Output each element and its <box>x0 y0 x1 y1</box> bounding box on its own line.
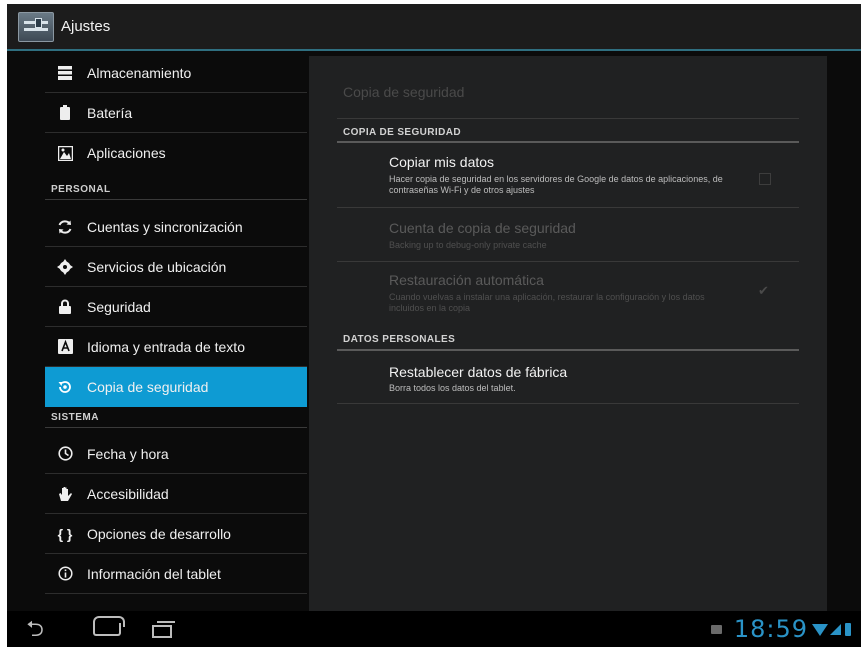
sidebar-item-accesibilidad[interactable]: Accesibilidad <box>45 474 307 514</box>
back-button[interactable]: ⮌ <box>21 617 49 641</box>
sidebar-item-ubicacion[interactable]: Servicios de ubicación <box>45 247 307 287</box>
braces-icon: { } <box>57 525 73 542</box>
app-title: Ajustes <box>61 18 111 35</box>
wifi-icon <box>812 624 828 636</box>
section-divider <box>45 427 307 428</box>
pref-divider <box>337 207 799 208</box>
storage-icon <box>57 65 73 81</box>
sidebar-item-label: Idioma y entrada de texto <box>87 338 245 355</box>
sidebar-item-label: Servicios de ubicación <box>87 258 227 275</box>
pref-summary: Hacer copia de seguridad en los servidor… <box>389 174 723 195</box>
restauracion-check-icon: ✔ <box>758 283 769 298</box>
sidebar-item-almacenamiento[interactable]: Almacenamiento <box>45 53 307 93</box>
location-icon <box>57 258 73 275</box>
pref-title: Restablecer datos de fábrica <box>389 364 568 380</box>
section-divider <box>45 199 307 200</box>
sidebar-item-label: Accesibilidad <box>87 485 169 502</box>
sidebar-item-seguridad[interactable]: Seguridad <box>45 287 307 327</box>
category-divider <box>337 141 799 143</box>
battery-status-icon <box>845 622 851 636</box>
status-area[interactable]: 18:59 <box>710 615 851 643</box>
sidebar-item-label: Cuentas y sincronización <box>87 218 243 235</box>
sidebar-item-label: Copia de seguridad <box>87 379 209 395</box>
pref-divider <box>337 403 799 404</box>
settings-sidebar: Almacenamiento Batería Aplicaciones PERS… <box>43 53 307 613</box>
section-header-personal: PERSONAL <box>51 184 111 195</box>
apps-icon <box>57 145 73 161</box>
sidebar-item-label: Información del tablet <box>87 565 221 582</box>
lock-icon <box>57 299 73 315</box>
sidebar-item-label: Fecha y hora <box>87 445 169 462</box>
language-icon <box>57 339 73 355</box>
category-header-backup: COPIA DE SEGURIDAD <box>343 127 461 138</box>
pref-title: Restauración automática <box>389 272 544 288</box>
page-title: Copia de seguridad <box>343 84 465 100</box>
category-header-personal: DATOS PERSONALES <box>343 334 456 345</box>
pref-title: Copiar mis datos <box>389 154 495 170</box>
section-header-sistema: SISTEMA <box>51 412 99 423</box>
back-icon: ⮌ <box>26 616 44 641</box>
category-divider <box>337 349 799 351</box>
copiar-datos-checkbox[interactable] <box>759 173 771 185</box>
sidebar-item-cuentas[interactable]: Cuentas y sincronización <box>45 207 307 247</box>
info-icon <box>57 566 73 582</box>
system-navigation-bar: ⮌ 18:59 <box>7 611 861 647</box>
pref-title: Cuenta de copia de seguridad <box>389 220 576 236</box>
sidebar-item-label: Seguridad <box>87 298 151 315</box>
sidebar-item-label: Almacenamiento <box>87 64 192 81</box>
battery-icon <box>57 105 73 121</box>
backup-icon <box>57 379 73 395</box>
sidebar-item-label: Aplicaciones <box>87 145 166 161</box>
signal-icon <box>830 623 841 635</box>
sidebar-item-idioma[interactable]: Idioma y entrada de texto <box>45 327 307 367</box>
recent-apps-button[interactable] <box>147 617 177 641</box>
pref-summary: Cuando vuelvas a instalar una aplicación… <box>389 292 705 313</box>
settings-icon[interactable] <box>18 11 54 42</box>
pref-summary: Backing up to debug-only private cache <box>389 240 547 250</box>
sidebar-item-label: Batería <box>87 104 133 121</box>
clock: 18:59 <box>733 615 808 643</box>
pref-divider <box>337 261 799 262</box>
hand-icon <box>57 486 73 502</box>
sidebar-item-desarrollo[interactable]: { } Opciones de desarrollo <box>45 514 307 554</box>
title-divider <box>337 118 799 119</box>
home-icon <box>93 615 125 636</box>
sidebar-item-fecha-hora[interactable]: Fecha y hora <box>45 434 307 474</box>
pref-summary: Borra todos los datos del tablet. <box>389 383 516 393</box>
tablet-screen: Ajustes Almacenamiento Batería Aplicacio… <box>7 4 861 647</box>
screenshot-icon <box>710 624 722 634</box>
backup-settings-panel: Copia de seguridad COPIA DE SEGURIDAD Co… <box>309 56 827 612</box>
sidebar-item-bateria[interactable]: Batería <box>45 93 307 133</box>
recent-apps-icon <box>152 620 175 638</box>
clock-icon <box>57 446 73 462</box>
sidebar-item-copia-seguridad[interactable]: Copia de seguridad <box>45 367 307 407</box>
action-bar: Ajustes <box>7 4 861 51</box>
sync-icon <box>57 219 73 235</box>
sidebar-item-informacion[interactable]: Información del tablet <box>45 554 307 594</box>
home-button[interactable] <box>89 615 125 641</box>
sidebar-item-aplicaciones[interactable]: Aplicaciones <box>45 133 307 173</box>
sidebar-item-label: Opciones de desarrollo <box>87 525 231 542</box>
